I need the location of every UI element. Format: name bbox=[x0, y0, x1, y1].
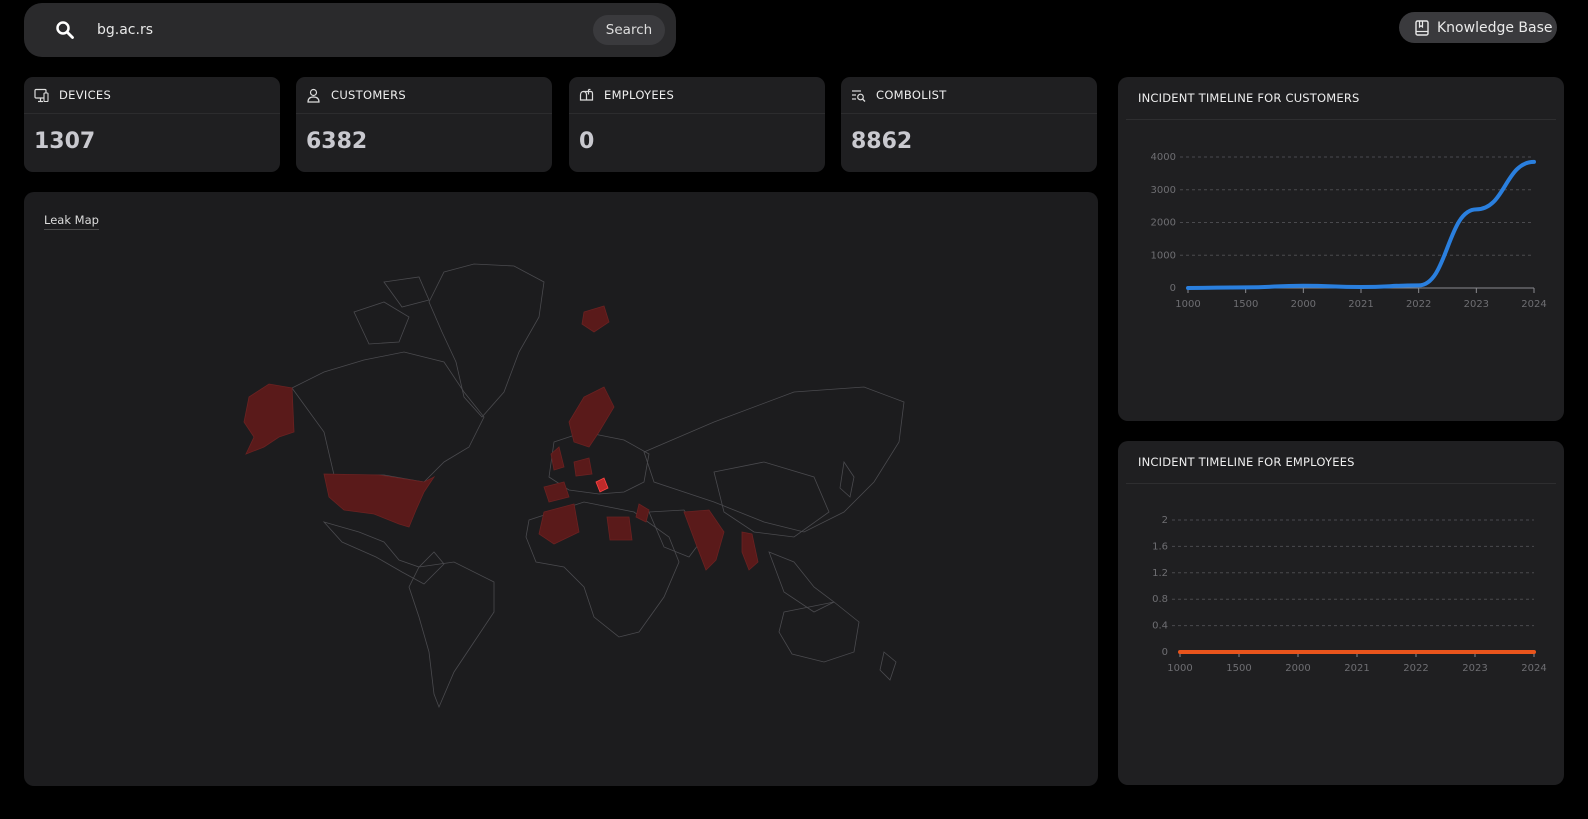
y-tick-label: 0.4 bbox=[1152, 621, 1168, 632]
map-region-greenland bbox=[428, 263, 545, 418]
map-region-mexico bbox=[322, 521, 445, 585]
stat-label: COMBOLIST bbox=[876, 88, 947, 102]
y-tick-label: 0 bbox=[1170, 283, 1176, 294]
map-region-southeast-asia bbox=[768, 551, 835, 613]
search-icon bbox=[56, 21, 74, 39]
map-region-arabia-highlight bbox=[635, 503, 650, 523]
stat-value: 8862 bbox=[851, 129, 913, 154]
map-region-north-africa-highlight bbox=[538, 503, 580, 545]
map-region-new-zealand bbox=[879, 651, 897, 681]
map-region-egypt-highlight bbox=[606, 516, 633, 541]
stat-label: CUSTOMERS bbox=[331, 88, 407, 102]
customers-timeline-title: INCIDENT TIMELINE FOR CUSTOMERS bbox=[1126, 77, 1556, 120]
x-tick-label: 1500 bbox=[1226, 663, 1251, 674]
stat-card-devices: DEVICES 1307 bbox=[24, 77, 280, 172]
y-tick-label: 3000 bbox=[1151, 185, 1176, 196]
stat-card-combolist: COMBOLIST 8862 bbox=[841, 77, 1097, 172]
employees-timeline-card: INCIDENT TIMELINE FOR EMPLOYEES 0 0.4 0.8 1… bbox=[1118, 441, 1564, 785]
knowledge-base-label: Knowledge Base bbox=[1437, 19, 1553, 36]
map-region-iceland-highlight bbox=[581, 305, 610, 333]
x-tick-label: 2022 bbox=[1406, 299, 1431, 310]
stat-label: EMPLOYEES bbox=[604, 88, 675, 102]
y-tick-label: 2000 bbox=[1151, 218, 1176, 229]
customers-timeline-chart[interactable]: 0 1000 2000 3000 4000 1000 1500 2000 2021 2022 202… bbox=[1118, 120, 1564, 410]
map-region-alaska-highlight bbox=[243, 383, 295, 455]
stat-value: 1307 bbox=[34, 129, 96, 154]
map-region-serbia-highlight bbox=[595, 477, 609, 493]
user-icon bbox=[307, 88, 320, 103]
y-tick-label: 0.8 bbox=[1152, 594, 1168, 605]
x-tick-label: 2000 bbox=[1291, 299, 1316, 310]
search-input[interactable]: bg.ac.rs bbox=[97, 22, 153, 38]
x-tick-label: 2021 bbox=[1344, 663, 1369, 674]
monitor-icon bbox=[34, 88, 49, 102]
map-region-arctic-islands bbox=[353, 276, 430, 345]
leak-map-card: Leak Map bbox=[24, 192, 1098, 786]
y-tick-label: 1000 bbox=[1151, 250, 1176, 261]
x-tick-label: 2024 bbox=[1521, 299, 1546, 310]
mailbox-icon bbox=[579, 88, 594, 101]
y-tick-label: 1.6 bbox=[1152, 541, 1168, 552]
x-tick-label: 1000 bbox=[1175, 299, 1200, 310]
map-region-south-america bbox=[408, 561, 495, 709]
y-tick-label: 4000 bbox=[1151, 152, 1176, 163]
stat-value: 0 bbox=[579, 129, 595, 154]
x-tick-label: 2021 bbox=[1348, 299, 1373, 310]
x-tick-label: 2000 bbox=[1285, 663, 1310, 674]
world-map[interactable] bbox=[24, 192, 1098, 786]
book-icon bbox=[1415, 19, 1429, 36]
stat-value: 6382 bbox=[306, 129, 368, 154]
search-button[interactable]: Search bbox=[593, 15, 665, 45]
x-tick-label: 2024 bbox=[1521, 663, 1546, 674]
x-tick-label: 2022 bbox=[1403, 663, 1428, 674]
map-region-myanmar-highlight bbox=[741, 531, 759, 571]
list-search-icon bbox=[852, 89, 866, 102]
map-region-australia bbox=[778, 601, 860, 663]
knowledge-base-button[interactable]: Knowledge Base bbox=[1399, 12, 1557, 43]
y-tick-label: 0 bbox=[1162, 647, 1168, 658]
stat-card-customers: CUSTOMERS 6382 bbox=[296, 77, 552, 172]
map-region-canada bbox=[291, 351, 485, 483]
stat-label: DEVICES bbox=[59, 88, 112, 102]
map-region-scandinavia-highlight bbox=[568, 386, 615, 448]
y-tick-label: 2 bbox=[1162, 515, 1168, 526]
map-region-china bbox=[713, 461, 830, 538]
x-tick-label: 2023 bbox=[1462, 663, 1487, 674]
employees-timeline-title: INCIDENT TIMELINE FOR EMPLOYEES bbox=[1126, 441, 1556, 484]
series-line bbox=[1186, 159, 1536, 290]
map-region-japan bbox=[839, 460, 855, 498]
x-tick-label: 1000 bbox=[1167, 663, 1192, 674]
map-region-western-europe-highlight bbox=[543, 457, 593, 503]
search-bar[interactable]: bg.ac.rs Search bbox=[24, 3, 676, 57]
y-tick-label: 1.2 bbox=[1152, 568, 1168, 579]
customers-timeline-card: INCIDENT TIMELINE FOR CUSTOMERS 0 1000 200… bbox=[1118, 77, 1564, 421]
x-tick-label: 1500 bbox=[1233, 299, 1258, 310]
map-region-india-highlight bbox=[683, 509, 725, 571]
employees-timeline-chart[interactable]: 0 0.4 0.8 1.2 1.6 2 1000 1500 2000 2021 2022 2023 20… bbox=[1118, 484, 1564, 774]
stat-card-employees: EMPLOYEES 0 bbox=[569, 77, 825, 172]
map-region-usa-highlight bbox=[323, 473, 436, 528]
x-tick-label: 2023 bbox=[1464, 299, 1489, 310]
